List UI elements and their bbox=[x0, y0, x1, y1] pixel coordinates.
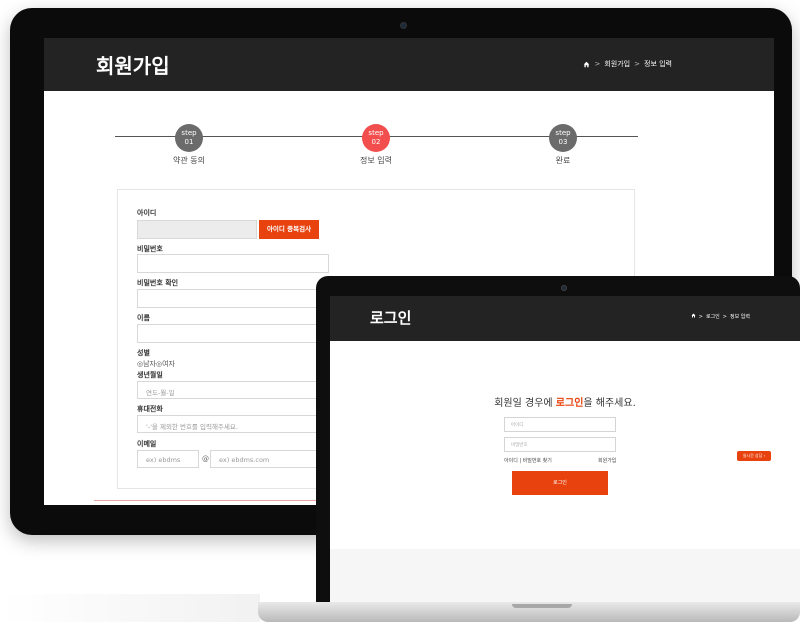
step-2-label: 정보 입력 bbox=[360, 156, 392, 165]
step-1-number: 01 bbox=[184, 138, 194, 146]
login-heading: 회원일 경우에 로그인을 해주세요. bbox=[330, 394, 800, 409]
step-2-number: 02 bbox=[371, 138, 381, 146]
find-id-password-link[interactable]: 아이디 | 비밀번호 찾기 bbox=[504, 457, 552, 464]
phone-placeholder: '-'을 제외한 번호를 입력해주세요. bbox=[146, 423, 238, 431]
email-label: 이메일 bbox=[137, 440, 157, 448]
breadcrumb-separator: > bbox=[634, 60, 640, 68]
laptop-screen: 로그인 > 로그인 > 정보 입력 회원일 경우에 로그인을 해주세요. 아이디… bbox=[330, 296, 800, 604]
password-confirm-label: 비밀번호 확인 bbox=[137, 279, 179, 287]
name-label: 이름 bbox=[137, 314, 150, 322]
birth-input[interactable]: 연도-월-일 bbox=[137, 381, 329, 399]
email-local-placeholder: ex) ebdms bbox=[146, 456, 181, 464]
step-1-word: step bbox=[181, 129, 197, 137]
step-1-circle: step 01 bbox=[175, 124, 203, 152]
step-3: step 03 완료 bbox=[533, 124, 593, 166]
phone-label: 휴대전화 bbox=[137, 405, 163, 413]
password-input[interactable] bbox=[137, 254, 329, 273]
login-password-placeholder: 비밀번호 bbox=[511, 443, 528, 448]
home-icon[interactable] bbox=[583, 61, 590, 68]
step-3-number: 03 bbox=[558, 138, 568, 146]
camera-dot bbox=[400, 22, 407, 29]
step-3-word: step bbox=[555, 129, 571, 137]
login-button[interactable]: 로그인 bbox=[512, 471, 608, 495]
login-breadcrumb: > 로그인 > 정보 입력 bbox=[691, 313, 750, 320]
step-3-circle: step 03 bbox=[549, 124, 577, 152]
password-confirm-input[interactable] bbox=[137, 289, 329, 308]
id-input[interactable] bbox=[137, 220, 257, 239]
desk-shadow bbox=[0, 594, 260, 622]
login-password-input[interactable]: 비밀번호 bbox=[504, 437, 616, 452]
login-id-input[interactable]: 아이디 bbox=[504, 417, 616, 432]
password-label: 비밀번호 bbox=[137, 245, 163, 253]
id-label: 아이디 bbox=[137, 209, 157, 217]
email-at-sign: @ bbox=[202, 455, 209, 463]
page-header: 회원가입 > 회원가입 > 정보 입력 bbox=[44, 38, 774, 91]
page-title: 회원가입 bbox=[96, 54, 170, 78]
login-heading-highlight: 로그인 bbox=[555, 398, 584, 409]
birth-placeholder: 연도-월-일 bbox=[146, 389, 175, 397]
login-heading-text: 회원일 경우에 bbox=[494, 398, 556, 409]
breadcrumb-separator: > bbox=[594, 60, 601, 68]
breadcrumb-separator: > bbox=[722, 313, 727, 320]
breadcrumb-item-login[interactable]: 로그인 bbox=[706, 313, 720, 320]
login-id-placeholder: 아이디 bbox=[511, 423, 524, 428]
gender-radio-group[interactable]: ◎남자◎여자 bbox=[137, 359, 175, 369]
breadcrumb-separator: > bbox=[698, 313, 703, 320]
step-1: step 01 약관 동의 bbox=[159, 124, 219, 166]
login-footer bbox=[330, 549, 800, 604]
breadcrumb-item-info[interactable]: 정보 입력 bbox=[730, 313, 750, 320]
breadcrumb: > 회원가입 > 정보 입력 bbox=[583, 59, 672, 69]
step-2: step 02 정보 입력 bbox=[346, 124, 406, 166]
login-header: 로그인 > 로그인 > 정보 입력 bbox=[330, 296, 800, 341]
phone-input[interactable]: '-'을 제외한 번호를 입력해주세요. bbox=[137, 415, 329, 433]
login-heading-suffix: 을 해주세요. bbox=[583, 398, 636, 409]
live-consult-badge[interactable]: 실시간 상담 › bbox=[737, 451, 771, 461]
laptop-base-notch bbox=[512, 604, 572, 608]
login-page-title: 로그인 bbox=[370, 309, 412, 327]
signup-steps: step 01 약관 동의 step 02 정보 입력 step 03 완료 bbox=[115, 124, 638, 174]
step-2-word: step bbox=[368, 129, 384, 137]
id-duplicate-check-button[interactable]: 아이디 중복검사 bbox=[259, 220, 319, 239]
birth-label: 생년월일 bbox=[137, 371, 163, 379]
gender-label: 성별 bbox=[137, 349, 150, 357]
email-domain-placeholder: ex) ebdms.com bbox=[219, 456, 270, 464]
breadcrumb-item-signup[interactable]: 회원가입 bbox=[604, 59, 630, 69]
email-local-input[interactable]: ex) ebdms bbox=[137, 450, 199, 468]
step-2-circle: step 02 bbox=[362, 124, 390, 152]
step-3-label: 완료 bbox=[555, 156, 571, 165]
signup-link[interactable]: 회원가입 bbox=[598, 457, 616, 464]
laptop-camera-dot bbox=[561, 285, 567, 291]
name-input[interactable] bbox=[137, 324, 329, 343]
home-icon[interactable] bbox=[691, 313, 696, 320]
step-1-label: 약관 동의 bbox=[173, 156, 205, 165]
laptop: 로그인 > 로그인 > 정보 입력 회원일 경우에 로그인을 해주세요. 아이디… bbox=[316, 276, 800, 606]
breadcrumb-item-info[interactable]: 정보 입력 bbox=[644, 59, 672, 69]
email-domain-input[interactable]: ex) ebdms.com bbox=[210, 450, 330, 468]
